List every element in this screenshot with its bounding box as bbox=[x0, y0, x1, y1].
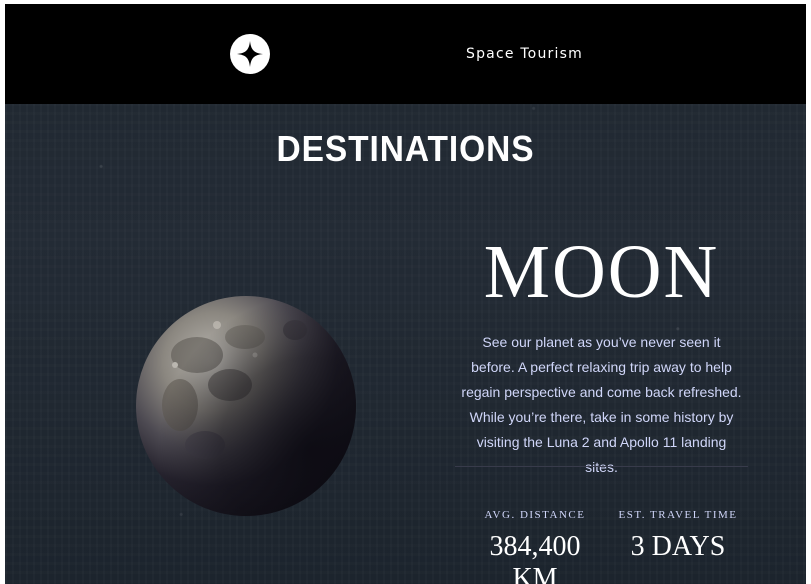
stat-avg-distance: AVG. DISTANCE 384,400 KM bbox=[465, 509, 605, 584]
page-title: DESTINATIONS bbox=[276, 128, 535, 169]
page-frame: Space Tourism DESTINATIONS MOON See our … bbox=[5, 4, 806, 584]
stat-label: EST. TRAVEL TIME bbox=[618, 509, 738, 521]
stat-value: 3 DAYS bbox=[630, 531, 726, 562]
stat-label: AVG. DISTANCE bbox=[484, 509, 586, 521]
stat-value: 384,400 KM bbox=[489, 531, 581, 584]
logo-icon[interactable] bbox=[230, 34, 270, 74]
four-point-star-icon bbox=[237, 41, 263, 67]
destination-description: See our planet as you’ve never seen it b… bbox=[461, 334, 742, 475]
site-header: Space Tourism bbox=[5, 4, 806, 104]
destination-name: MOON bbox=[483, 230, 720, 314]
destination-details: MOON See our planet as you’ve never seen… bbox=[455, 224, 748, 494]
divider bbox=[455, 466, 748, 467]
nav-link-space-tourism[interactable]: Space Tourism bbox=[466, 46, 583, 62]
moon-image bbox=[136, 296, 356, 516]
stat-travel-time: EST. TRAVEL TIME 3 DAYS bbox=[608, 509, 748, 563]
